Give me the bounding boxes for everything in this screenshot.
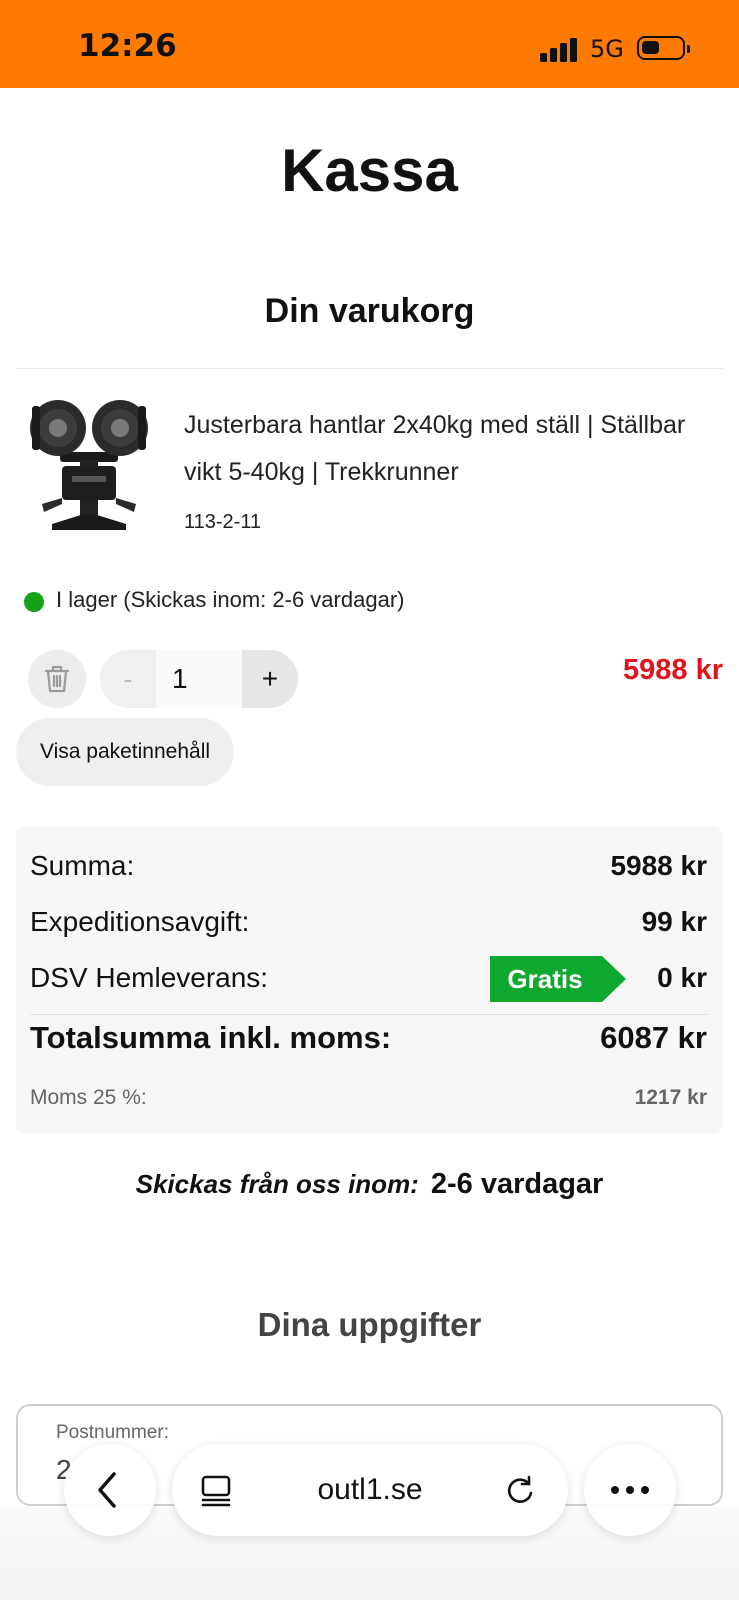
vat-value: 1217 kr: [634, 1086, 707, 1109]
sum-label: Summa:: [30, 850, 135, 881]
stock-status: I lager (Skickas inom: 2-6 vardagar): [56, 587, 405, 612]
total-value: 6087 kr: [600, 1020, 707, 1055]
delivery-label: DSV Hemleverans:: [30, 962, 269, 993]
fee-value: 99 kr: [641, 906, 707, 937]
status-bar: 12:26 5G: [0, 0, 739, 88]
signal-icon: [540, 36, 580, 62]
back-icon: [98, 1472, 116, 1508]
status-time: 12:26: [78, 28, 177, 64]
network-label: 5G: [590, 35, 624, 63]
details-heading: Dina uppgifter: [257, 1306, 482, 1343]
page-title: Kassa: [281, 137, 458, 204]
divider: [16, 368, 723, 369]
shipping-info: Skickas från oss inom: 2-6 vardagar: [0, 1168, 739, 1201]
battery-icon: [637, 36, 690, 60]
quantity-stepper[interactable]: - 1 +: [100, 650, 298, 708]
stock-dot-icon: [24, 592, 44, 612]
free-shipping-badge: Gratis: [490, 956, 626, 1002]
show-package-contents-button[interactable]: Visa paketinnehåll: [16, 718, 234, 786]
shipping-info-days: 2-6 vardagar: [430, 1168, 604, 1200]
postal-code-label: Postnummer:: [56, 1422, 169, 1443]
quantity-decrease-button[interactable]: -: [100, 650, 156, 708]
delivery-value: 0 kr: [657, 962, 707, 993]
item-price: 5988 kr: [623, 654, 723, 686]
free-shipping-badge-label: Gratis: [507, 964, 583, 994]
reload-icon[interactable]: [502, 1472, 538, 1508]
total-label: Totalsumma inkl. moms:: [30, 1020, 392, 1055]
product-name-link[interactable]: Justerbara hantlar 2x40kg med ställ | St…: [184, 402, 704, 496]
summary-divider: [30, 1014, 709, 1015]
shipping-info-prefix: Skickas från oss inom:: [135, 1169, 419, 1199]
vat-label: Moms 25 %:: [30, 1086, 147, 1109]
quantity-increase-button[interactable]: +: [242, 650, 298, 708]
trash-icon: [44, 665, 70, 693]
remove-item-button[interactable]: [28, 650, 86, 708]
product-sku: 113-2-11: [184, 511, 262, 533]
fee-label: Expeditionsavgift:: [30, 906, 250, 937]
quantity-input[interactable]: 1: [156, 650, 242, 708]
browser-more-button[interactable]: [584, 1444, 676, 1536]
order-summary: Summa: 5988 kr Expeditionsavgift: 99 kr …: [16, 826, 723, 1134]
browser-address-bar[interactable]: outl1.se: [172, 1444, 568, 1536]
cart-heading: Din varukorg: [264, 292, 475, 330]
browser-back-button[interactable]: [64, 1444, 156, 1536]
more-icon: [611, 1486, 649, 1494]
sum-value: 5988 kr: [610, 850, 707, 881]
product-image[interactable]: [22, 392, 156, 542]
